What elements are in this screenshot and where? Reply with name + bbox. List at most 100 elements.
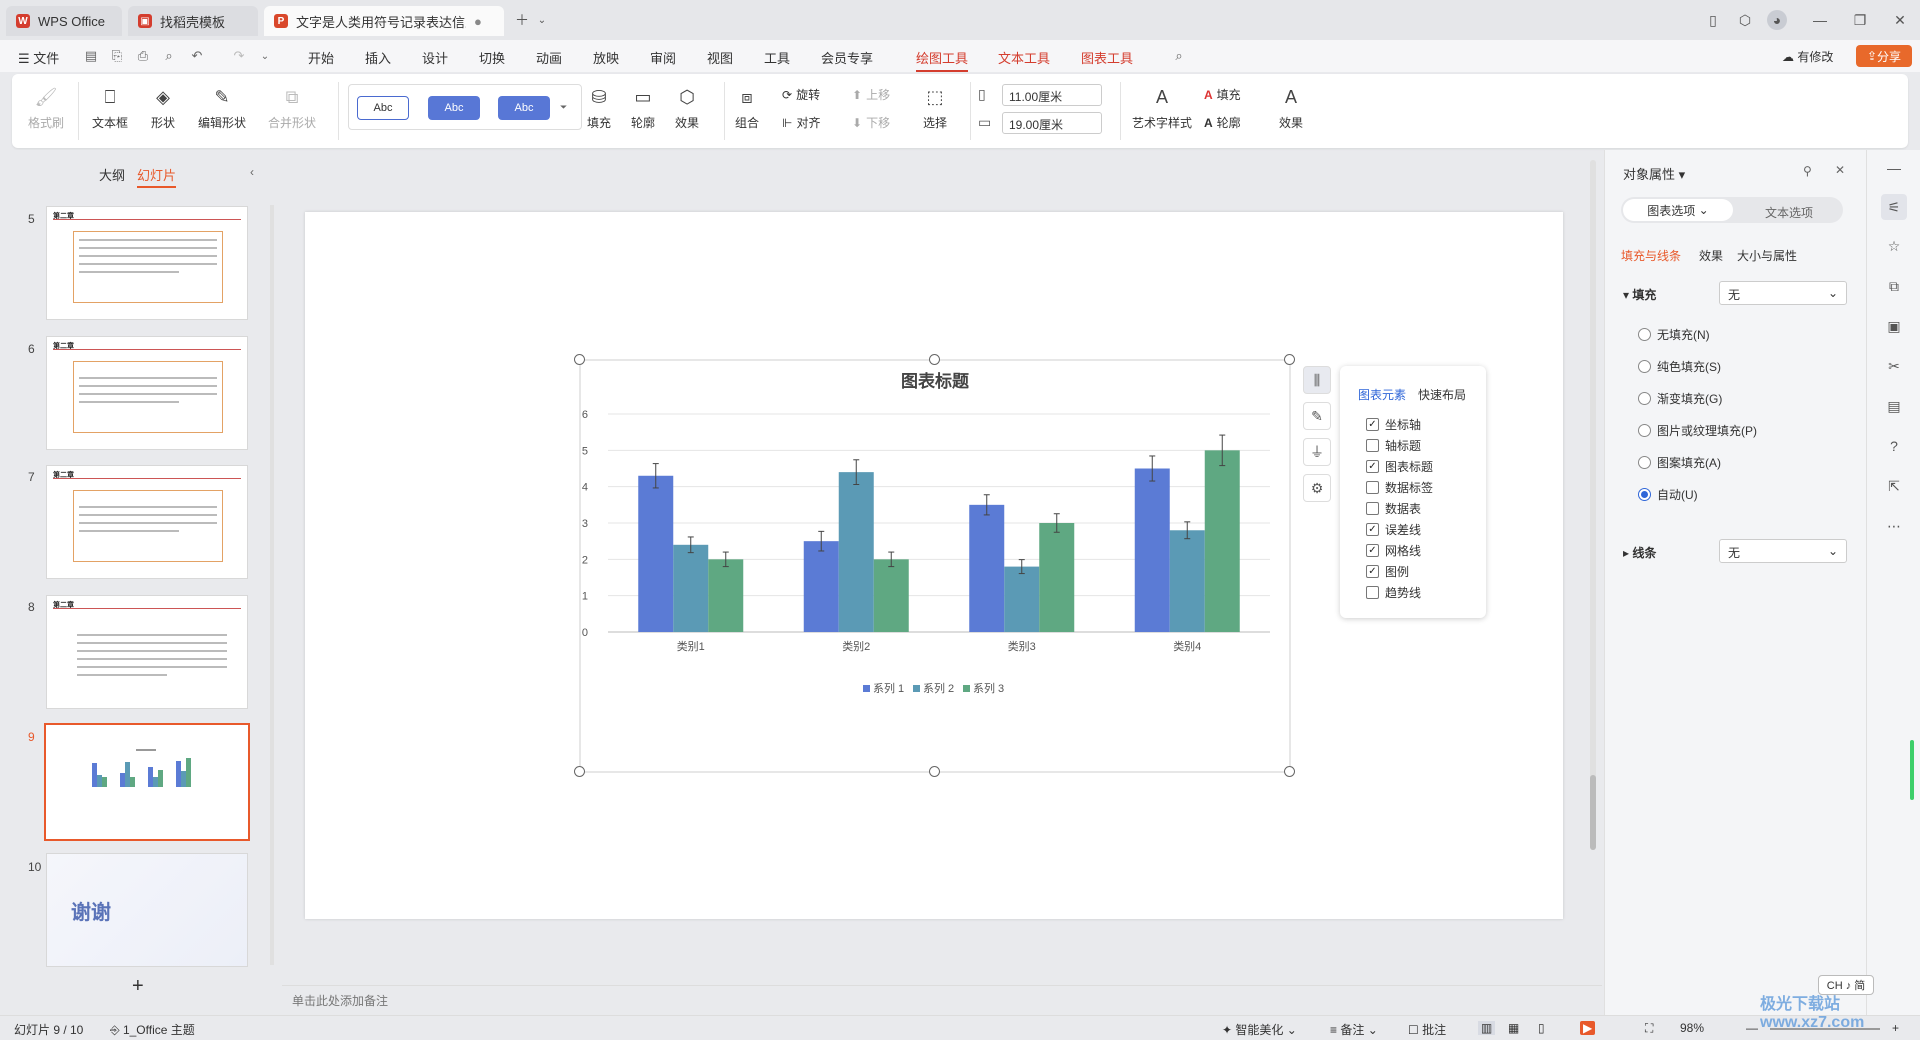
star-icon[interactable]: ☆ bbox=[1884, 236, 1904, 256]
zoom-level[interactable]: 98% bbox=[1680, 1021, 1704, 1035]
checkbox-item[interactable]: ✓ 坐标轴 bbox=[1366, 416, 1421, 433]
zoom-out-icon[interactable]: — bbox=[1746, 1021, 1758, 1035]
text-fill-button[interactable]: A 填充 bbox=[1204, 86, 1241, 103]
checkbox[interactable] bbox=[1366, 439, 1379, 452]
menu-tools[interactable]: 工具 bbox=[764, 48, 790, 67]
shape-button[interactable]: ◈ 形状 bbox=[150, 84, 176, 131]
comments-button[interactable]: ☐ 批注 bbox=[1408, 1021, 1446, 1038]
menu-chart-tools[interactable]: 图表工具 bbox=[1081, 48, 1133, 67]
avatar[interactable]: ◕ bbox=[1767, 10, 1787, 30]
checkbox-item[interactable]: 数据表 bbox=[1366, 500, 1421, 517]
checkbox[interactable] bbox=[1366, 481, 1379, 494]
play-button[interactable]: ▶ bbox=[1580, 1021, 1596, 1035]
style-blue[interactable]: Abc bbox=[428, 96, 480, 120]
style-blue-2[interactable]: Abc bbox=[498, 96, 550, 120]
close-icon[interactable]: ✕ bbox=[1890, 10, 1910, 30]
menu-transition[interactable]: 切换 bbox=[479, 48, 505, 67]
radio[interactable] bbox=[1638, 360, 1651, 373]
new-tab-icon[interactable]: ＋ bbox=[512, 10, 532, 30]
edit-shape-button[interactable]: ✎ 编辑形状 bbox=[198, 84, 246, 131]
radio[interactable] bbox=[1638, 424, 1651, 437]
radio-picture-fill[interactable]: 图片或纹理填充(P) bbox=[1638, 422, 1757, 439]
resize-handle[interactable] bbox=[929, 354, 940, 365]
menu-member[interactable]: 会员专享 bbox=[821, 48, 873, 67]
checkbox[interactable]: ✓ bbox=[1366, 460, 1379, 473]
filter-icon[interactable]: ⏚ bbox=[1303, 438, 1331, 466]
tab-slides[interactable]: 幻灯片 bbox=[137, 165, 177, 188]
restore-icon[interactable]: ❐ bbox=[1850, 10, 1870, 30]
move-down-button[interactable]: ⬇ 下移 bbox=[852, 114, 890, 131]
text-outline-button[interactable]: A 轮廓 bbox=[1204, 114, 1241, 131]
move-up-button[interactable]: ⬆ 上移 bbox=[852, 86, 890, 103]
chart-style-icon[interactable]: ✎ bbox=[1303, 402, 1331, 430]
chevron-down-icon[interactable]: ⌄ bbox=[532, 10, 552, 30]
export-icon[interactable]: ⎘ bbox=[108, 47, 126, 65]
panel-title[interactable]: 对象属性 ▾ bbox=[1623, 164, 1685, 183]
checkbox[interactable] bbox=[1366, 502, 1379, 515]
panel-scrollbar[interactable] bbox=[270, 205, 274, 965]
chart-elements-icon[interactable]: ⫼ bbox=[1303, 366, 1331, 394]
redo-icon[interactable]: ↷ bbox=[230, 47, 248, 65]
book-icon[interactable]: ▤ bbox=[1884, 396, 1904, 416]
checkbox-item[interactable]: 数据标签 bbox=[1366, 479, 1433, 496]
search-icon[interactable]: ⌕ bbox=[1170, 47, 1188, 65]
copy-icon[interactable]: ⧉ bbox=[1884, 276, 1904, 296]
slide-thumbnail-5[interactable]: 第二章 bbox=[46, 206, 248, 320]
radio-auto[interactable]: 自动(U) bbox=[1638, 486, 1698, 503]
notes-area[interactable]: 单击此处添加备注 bbox=[282, 985, 1602, 1013]
textbox-button[interactable]: ⎕ 文本框 bbox=[92, 84, 128, 131]
slide-thumbnail-10[interactable]: 谢谢 bbox=[46, 853, 248, 967]
radio-gradient-fill[interactable]: 渐变填充(G) bbox=[1638, 390, 1722, 407]
menu-home[interactable]: 开始 bbox=[308, 48, 334, 67]
checkbox[interactable]: ✓ bbox=[1366, 544, 1379, 557]
tab-chart-elements[interactable]: 图表元素 bbox=[1358, 386, 1406, 403]
radio[interactable] bbox=[1638, 328, 1651, 341]
save-icon[interactable]: ▤ bbox=[82, 47, 100, 65]
menu-view[interactable]: 视图 bbox=[707, 48, 733, 67]
chart[interactable]: 0 1 2 3 4 5 6 类别1 类别2 类别3 类别4 图表标题 系列 1 系列 2 系列 3 bbox=[570, 352, 1304, 780]
checkbox[interactable]: ✓ bbox=[1366, 523, 1379, 536]
width-input[interactable]: 19.00厘米 bbox=[1002, 112, 1102, 134]
collapse-panel-icon[interactable]: ‹ bbox=[250, 165, 254, 179]
checkbox[interactable]: ✓ bbox=[1366, 418, 1379, 431]
scrollbar-thumb[interactable] bbox=[1590, 775, 1596, 850]
close-icon[interactable]: ✕ bbox=[1835, 163, 1845, 177]
layout-icon[interactable]: ▯ bbox=[1703, 10, 1723, 30]
help-icon[interactable]: ? bbox=[1884, 436, 1904, 456]
sub-tab-effect[interactable]: 效果 bbox=[1699, 247, 1723, 264]
more-icon[interactable]: ⋯ bbox=[1884, 516, 1904, 536]
properties-icon[interactable]: ⚟ bbox=[1881, 194, 1907, 220]
notes-button[interactable]: ≡ 备注 ⌄ bbox=[1330, 1021, 1378, 1038]
normal-view-icon[interactable]: ▥ bbox=[1478, 1021, 1496, 1035]
checkbox-item[interactable]: 轴标题 bbox=[1366, 437, 1421, 454]
share-icon[interactable]: ⇱ bbox=[1884, 476, 1904, 496]
effect-button[interactable]: ⬡ 效果 bbox=[674, 84, 700, 131]
checkbox-item[interactable]: ✓ 图例 bbox=[1366, 563, 1409, 580]
print-icon[interactable]: ⎙ bbox=[134, 47, 152, 65]
radio-no-fill[interactable]: 无填充(N) bbox=[1638, 326, 1710, 343]
menu-slideshow[interactable]: 放映 bbox=[593, 48, 619, 67]
grid-view-icon[interactable]: ▦ bbox=[1508, 1021, 1519, 1035]
tab-outline[interactable]: 大纲 bbox=[99, 165, 125, 184]
resize-handle[interactable] bbox=[574, 354, 585, 365]
fill-dropdown[interactable]: 无 ⌄ bbox=[1719, 281, 1847, 305]
sub-tab-size[interactable]: 大小与属性 bbox=[1737, 247, 1797, 264]
resize-handle[interactable] bbox=[929, 766, 940, 777]
fit-icon[interactable]: ⛶ bbox=[1645, 1021, 1653, 1036]
rotate-button[interactable]: ⟳ 旋转 bbox=[782, 86, 820, 103]
undo-icon[interactable]: ↶ bbox=[188, 47, 206, 65]
outline-button[interactable]: ▭ 轮廓 bbox=[630, 84, 656, 131]
tab-document[interactable]: P 文字是人类用符号记录表达信息以 ● bbox=[264, 6, 504, 36]
radio-pattern-fill[interactable]: 图案填充(A) bbox=[1638, 454, 1721, 471]
select-button[interactable]: ⬚ 选择 bbox=[922, 84, 948, 131]
add-slide-button[interactable]: + bbox=[132, 975, 144, 998]
merge-shape-button[interactable]: ⧉ 合并形状 bbox=[268, 84, 316, 131]
fill-section[interactable]: ▾ 填充 bbox=[1623, 286, 1656, 303]
text-effect-button[interactable]: A 效果 bbox=[1278, 84, 1304, 131]
checkbox[interactable] bbox=[1366, 586, 1379, 599]
line-section[interactable]: ▸ 线条 bbox=[1623, 544, 1656, 561]
menu-drawing-tools[interactable]: 绘图工具 bbox=[916, 48, 969, 72]
checkbox-item[interactable]: ✓ 网格线 bbox=[1366, 542, 1421, 559]
height-input[interactable]: 11.00厘米 bbox=[1002, 84, 1102, 106]
settings-icon[interactable]: ⚙ bbox=[1303, 474, 1331, 502]
